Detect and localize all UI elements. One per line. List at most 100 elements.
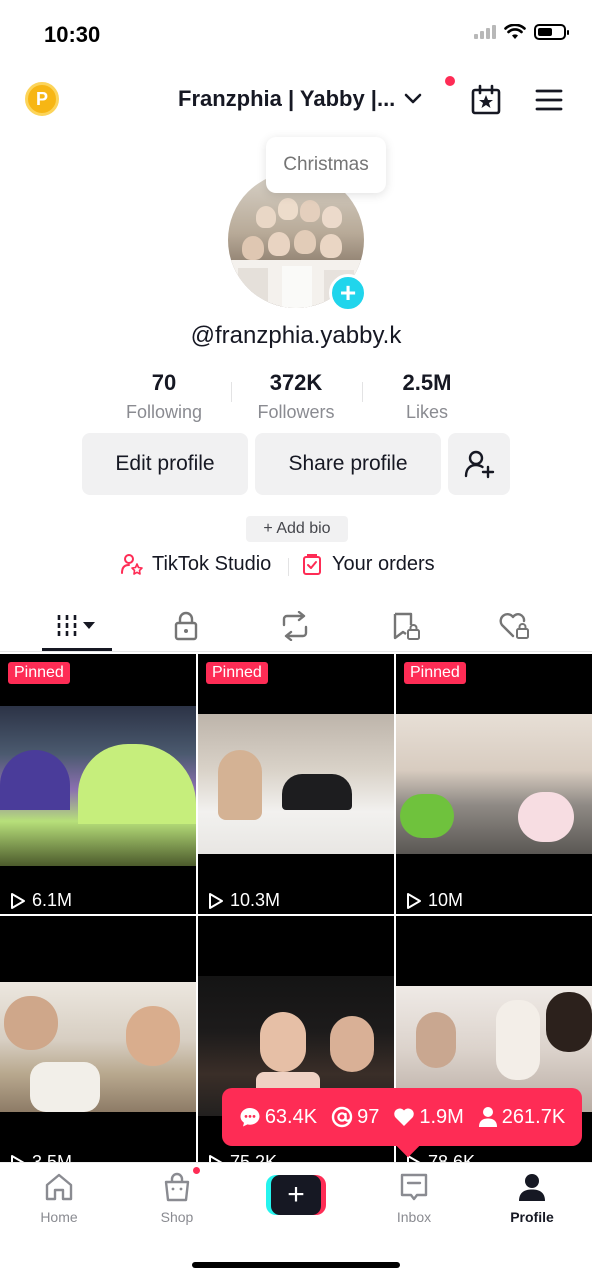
view-count-label: 6.1M [32, 890, 73, 910]
wifi-icon [504, 24, 526, 39]
play-icon [11, 892, 25, 909]
grid-sort-icon [57, 615, 95, 637]
nav-home[interactable]: Home [14, 1171, 104, 1225]
figure-shape [496, 1000, 540, 1080]
your-orders-label: Your orders [332, 552, 435, 575]
profile-links: TikTok Studio Your orders [0, 552, 592, 582]
account-switcher[interactable]: Franzphia | Yabby |... [178, 86, 423, 112]
pinned-badge: Pinned [206, 662, 268, 684]
figure-shape [218, 750, 262, 820]
add-avatar-button[interactable]: + [329, 274, 367, 312]
create-plus: + [271, 1175, 321, 1215]
home-icon [45, 1173, 73, 1201]
video-tile[interactable]: Pinned 10M [396, 654, 592, 914]
stat-following[interactable]: 70 Following [98, 370, 230, 423]
username: @franzphia.yabby.k [190, 322, 402, 349]
tiktok-studio-link[interactable]: TikTok Studio [120, 552, 271, 576]
figure-shape [126, 1006, 180, 1066]
video-tile[interactable]: Pinned 10.3M [198, 654, 394, 914]
edit-profile-button[interactable]: Edit profile [82, 433, 248, 495]
stat-label: Following [125, 402, 203, 422]
nav-home-label: Home [40, 1209, 78, 1225]
menu-icon[interactable] [535, 88, 563, 112]
chevron-down-icon [404, 93, 422, 104]
popup-mentions-value: 97 [357, 1105, 380, 1128]
view-count: 6.1M [10, 890, 72, 911]
orders-icon [303, 554, 321, 575]
tab-liked[interactable] [485, 606, 545, 646]
stat-value: 372K [269, 370, 323, 395]
figure-shape [282, 774, 352, 810]
nav-inbox-label: Inbox [396, 1209, 432, 1225]
popup-mentions: 97 [331, 1106, 379, 1129]
play-icon [407, 892, 421, 909]
play-icon [209, 892, 223, 909]
inbox-icon [400, 1173, 428, 1201]
tab-private[interactable] [156, 606, 216, 646]
popup-comments: 63.4K [239, 1106, 317, 1129]
view-count-label: 10M [428, 890, 464, 910]
nav-profile[interactable]: Profile [487, 1171, 577, 1225]
stat-label: Followers [257, 402, 335, 422]
nav-shop-label: Shop [160, 1209, 194, 1225]
account-name: Franzphia | Yabby |... [178, 86, 396, 111]
battery-icon [534, 24, 569, 40]
shopping-bag-icon [164, 1172, 190, 1202]
calendar-star-icon[interactable] [470, 84, 502, 116]
figure-shape [4, 996, 58, 1050]
figure-shape [546, 992, 592, 1052]
profile-tabs [0, 600, 592, 652]
mention-icon [331, 1106, 353, 1128]
share-profile-button[interactable]: Share profile [255, 433, 441, 495]
view-count: 10.3M [208, 890, 280, 911]
view-count: 10M [406, 890, 463, 911]
figure-shape [416, 1012, 456, 1068]
home-indicator [192, 1262, 400, 1268]
add-friends-button[interactable] [448, 433, 510, 495]
stat-value: 2.5M [402, 370, 452, 395]
plush-shape [400, 794, 454, 838]
view-count-label: 10.3M [230, 890, 281, 910]
bottom-nav: Home Shop + Inbox Profile [0, 1162, 592, 1280]
tab-videos[interactable] [47, 606, 107, 646]
nav-shop[interactable]: Shop [132, 1171, 222, 1225]
tab-indicator [42, 648, 112, 651]
status-bar: 10:30 [0, 0, 592, 70]
tab-reposts[interactable] [265, 606, 325, 646]
nav-profile-label: Profile [510, 1209, 554, 1225]
stat-value: 70 [151, 370, 177, 395]
popup-likes-value: 1.9M [419, 1105, 464, 1128]
notification-dot [445, 76, 455, 86]
popup-comments-value: 63.4K [264, 1105, 318, 1128]
popup-likes: 1.9M [393, 1105, 464, 1129]
your-orders-link[interactable]: Your orders [300, 552, 435, 576]
lock-icon [174, 611, 198, 641]
status-icons [474, 24, 569, 40]
stat-label: Likes [405, 402, 449, 422]
figure-shape [330, 1016, 374, 1072]
status-time: 10:30 [44, 22, 101, 47]
plush-shape [30, 1062, 100, 1112]
coin-icon[interactable]: P [25, 82, 59, 116]
video-tile[interactable]: Pinned 6.1M [0, 654, 196, 914]
stat-likes[interactable]: 2.5M Likes [361, 370, 493, 423]
person-icon [478, 1107, 497, 1127]
engagement-popup[interactable]: 63.4K 97 1.9M 261.7K [222, 1088, 582, 1146]
repost-icon [282, 611, 308, 641]
bookmark-lock-icon [393, 612, 420, 640]
popup-followers: 261.7K [478, 1106, 565, 1129]
tab-favorites[interactable] [376, 606, 436, 646]
stat-followers[interactable]: 372K Followers [230, 370, 362, 423]
add-bio-button[interactable]: + Add bio [246, 516, 348, 542]
popup-followers-value: 261.7K [501, 1105, 566, 1128]
video-tile[interactable]: 3.5M [0, 916, 196, 1164]
nav-inbox[interactable]: Inbox [369, 1171, 459, 1225]
pinned-badge: Pinned [404, 662, 466, 684]
figure-shape [260, 1012, 306, 1072]
heart-icon [394, 1108, 415, 1126]
shop-notification-dot [191, 1165, 202, 1176]
create-button[interactable]: + [266, 1175, 326, 1215]
links-divider [288, 558, 289, 576]
heart-lock-icon [499, 613, 529, 639]
profile-header: P Franzphia | Yabby |... [0, 76, 592, 126]
